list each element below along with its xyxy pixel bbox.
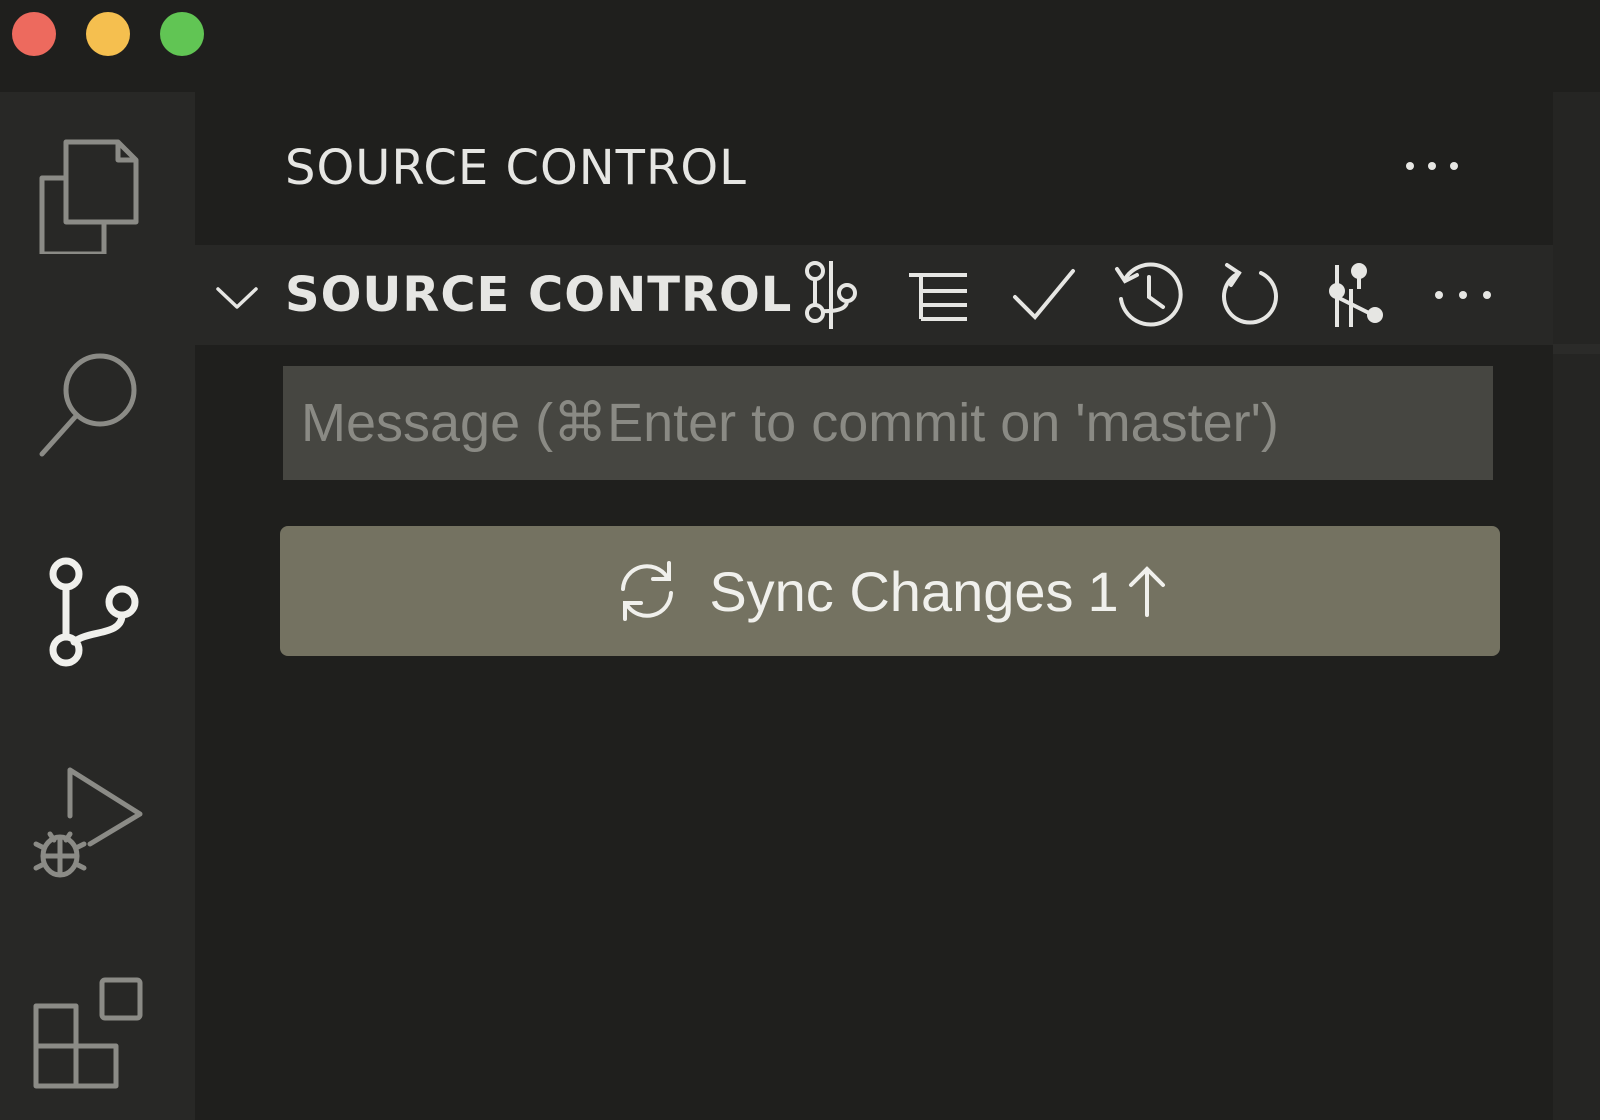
arrow-up-icon	[1125, 563, 1169, 619]
commit-message-input[interactable]	[283, 366, 1493, 480]
tree-list-icon	[909, 273, 967, 321]
panel-shadow	[1553, 344, 1600, 354]
run-debug-icon[interactable]	[26, 764, 150, 888]
panel-more-actions-button[interactable]	[1400, 136, 1470, 196]
git-branch-actions-icon	[1329, 263, 1383, 327]
source-control-icon[interactable]	[26, 552, 150, 676]
refresh-button[interactable]	[1215, 259, 1287, 331]
activity-bar	[0, 92, 195, 1120]
editor-edge	[1553, 92, 1600, 1120]
ellipsis-icon	[1435, 291, 1491, 299]
outgoing-commits-count: 1	[1087, 559, 1119, 623]
ellipsis-icon	[1406, 162, 1458, 170]
source-control-panel: SOURCE CONTROL SOURCE CONTROL Message (⌘…	[195, 92, 1553, 1120]
sync-icon	[611, 555, 683, 627]
git-graph-button[interactable]	[795, 259, 867, 331]
refresh-icon	[1222, 263, 1278, 325]
section-title: SOURCE CONTROL	[285, 267, 793, 323]
panel-title: SOURCE CONTROL	[285, 140, 747, 196]
git-graph-icon	[805, 261, 857, 329]
history-button[interactable]	[1113, 259, 1185, 331]
source-control-section-header[interactable]: SOURCE CONTROL	[195, 245, 1553, 345]
extensions-icon[interactable]	[26, 972, 150, 1096]
history-icon	[1115, 262, 1183, 327]
files-icon[interactable]	[26, 130, 150, 254]
sync-changes-button[interactable]: Sync Changes 1	[280, 526, 1500, 656]
more-actions-button[interactable]	[1427, 259, 1499, 331]
commit-button[interactable]	[1007, 259, 1079, 331]
check-icon	[1013, 269, 1075, 320]
tree-view-button[interactable]	[903, 259, 975, 331]
close-window-button[interactable]	[12, 12, 56, 56]
search-icon[interactable]	[26, 342, 150, 466]
maximize-window-button[interactable]	[160, 12, 204, 56]
sync-changes-label: Sync Changes	[709, 559, 1074, 623]
minimize-window-button[interactable]	[86, 12, 130, 56]
title-bar	[0, 0, 1600, 92]
vscode-window: SOURCE CONTROL SOURCE CONTROL Message (⌘…	[0, 0, 1600, 1120]
chevron-down-icon[interactable]	[213, 273, 261, 321]
branch-actions-button[interactable]	[1319, 259, 1391, 331]
